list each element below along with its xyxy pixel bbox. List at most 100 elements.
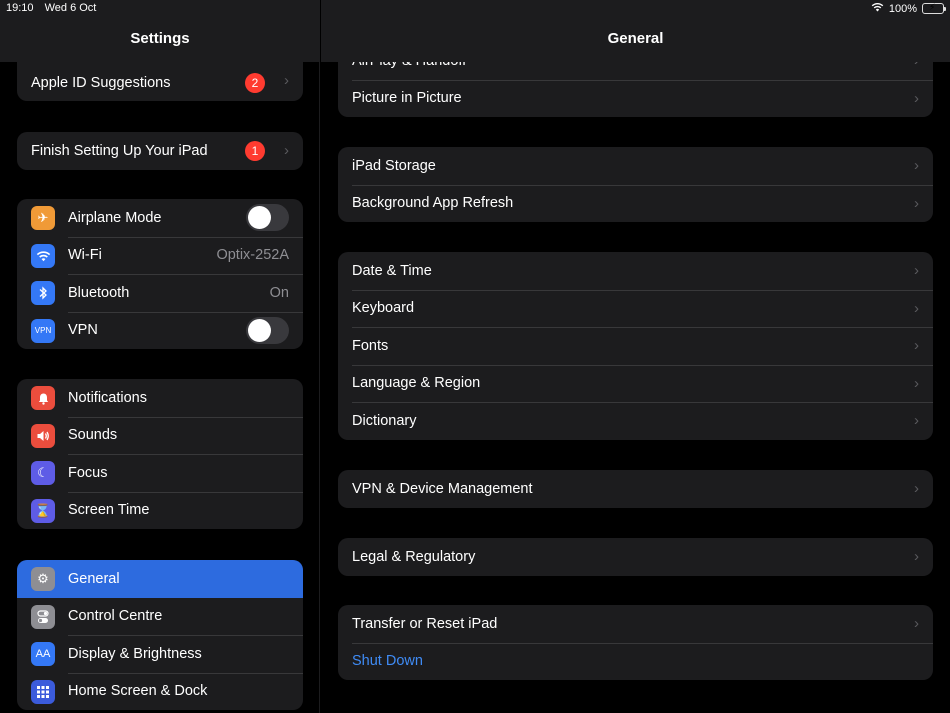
- chevron-right-icon: ›: [914, 480, 919, 498]
- sidebar-item-sounds[interactable]: Sounds: [17, 416, 303, 455]
- status-time: 19:10: [6, 2, 34, 14]
- vpn-icon: VPN: [31, 318, 55, 343]
- legal-regulatory-row[interactable]: Legal & Regulatory ›: [338, 538, 933, 576]
- date-time-row[interactable]: Date & Time ›: [338, 252, 933, 290]
- row-label: Background App Refresh: [352, 195, 514, 212]
- sidebar-item-home-screen-dock[interactable]: Home Screen & Dock: [17, 672, 303, 711]
- language-region-row[interactable]: Language & Region ›: [338, 364, 933, 403]
- sidebar-item-label: Screen Time: [68, 502, 150, 519]
- notification-badge: 1: [245, 141, 265, 161]
- vpn-device-management-row[interactable]: VPN & Device Management ›: [338, 470, 933, 508]
- sidebar-item-label: Airplane Mode: [68, 209, 162, 226]
- chevron-right-icon: ›: [914, 374, 919, 392]
- sidebar-item-label: Control Centre: [68, 608, 163, 625]
- row-label: VPN & Device Management: [352, 480, 533, 497]
- settings-sidebar: Settings Apple ID Suggestions 2 › Finish…: [0, 0, 320, 713]
- chevron-right-icon: ›: [914, 299, 919, 317]
- status-date: Wed 6 Oct: [44, 2, 97, 14]
- row-label: Picture in Picture: [352, 90, 462, 107]
- chevron-right-icon: ›: [914, 548, 919, 566]
- dictionary-row[interactable]: Dictionary ›: [338, 402, 933, 440]
- apple-id-suggestions-label: Apple ID Suggestions: [31, 75, 171, 91]
- general-settings-pane: General AirPlay & Handoff › Picture in P…: [321, 0, 950, 713]
- text-size-icon: AA: [31, 642, 55, 666]
- wifi-icon: [31, 243, 55, 268]
- sidebar-item-label: VPN: [68, 322, 98, 339]
- finish-setup-row[interactable]: Finish Setting Up Your iPad 1 ›: [17, 132, 303, 170]
- chevron-right-icon: ›: [914, 337, 919, 355]
- transfer-reset-row[interactable]: Transfer or Reset iPad ›: [338, 605, 933, 643]
- finish-setup-label: Finish Setting Up Your iPad: [31, 142, 208, 159]
- battery-charging-icon: [922, 3, 946, 14]
- speaker-icon: [31, 423, 55, 448]
- bell-icon: [31, 386, 55, 410]
- chevron-right-icon: ›: [914, 615, 919, 633]
- sidebar-item-bluetooth[interactable]: Bluetooth On: [17, 274, 303, 312]
- row-label: Legal & Regulatory: [352, 548, 476, 565]
- storage-group: iPad Storage › Background App Refresh ›: [338, 147, 933, 222]
- chevron-right-icon: ›: [284, 72, 289, 89]
- locale-group: Date & Time › Keyboard › Fonts › Languag…: [338, 252, 933, 440]
- fonts-row[interactable]: Fonts ›: [338, 327, 933, 365]
- sidebar-item-wifi[interactable]: Wi-Fi Optix-252A: [17, 236, 303, 275]
- chevron-right-icon: ›: [914, 412, 919, 430]
- connectivity-group: ✈ Airplane Mode Wi-Fi Optix-252A Bluetoo…: [17, 199, 303, 349]
- shut-down-button[interactable]: Shut Down: [338, 642, 933, 681]
- row-label: Language & Region: [352, 375, 481, 392]
- row-label: Keyboard: [352, 300, 415, 317]
- shut-down-label: Shut Down: [352, 653, 423, 670]
- vpn-toggle[interactable]: [246, 316, 289, 344]
- grid-icon: [31, 679, 55, 704]
- picture-in-picture-row[interactable]: Picture in Picture ›: [338, 79, 933, 118]
- sidebar-item-control-centre[interactable]: Control Centre: [17, 598, 303, 636]
- chevron-right-icon: ›: [914, 262, 919, 280]
- chevron-right-icon: ›: [914, 157, 919, 175]
- row-label: Date & Time: [352, 262, 432, 279]
- sidebar-item-focus[interactable]: ☾ Focus: [17, 454, 303, 492]
- hourglass-icon: ⌛: [31, 498, 55, 523]
- sidebar-item-label: Bluetooth: [68, 284, 130, 301]
- row-label: iPad Storage: [352, 157, 436, 174]
- row-label: Fonts: [352, 337, 389, 354]
- wifi-signal-icon: [871, 2, 884, 15]
- keyboard-row[interactable]: Keyboard ›: [338, 289, 933, 328]
- wifi-network-value: Optix-252A: [216, 247, 289, 264]
- general-group: ⚙ General Control Centre AA Display & Br…: [17, 560, 303, 710]
- legal-group: Legal & Regulatory ›: [338, 538, 933, 576]
- switches-icon: [31, 604, 55, 629]
- row-label: Transfer or Reset iPad: [352, 615, 498, 632]
- reset-group: Transfer or Reset iPad › Shut Down: [338, 605, 933, 680]
- bluetooth-status-value: On: [269, 284, 289, 301]
- sidebar-item-screen-time[interactable]: ⌛ Screen Time: [17, 491, 303, 530]
- status-bar: 19:10 Wed 6 Oct 100%: [0, 0, 950, 18]
- sidebar-item-label: Display & Brightness: [68, 645, 202, 662]
- background-app-refresh-row[interactable]: Background App Refresh ›: [338, 184, 933, 223]
- gear-icon: ⚙: [31, 567, 55, 591]
- notifications-group: Notifications Sounds ☾ Focus ⌛ Screen Ti…: [17, 379, 303, 529]
- sidebar-title: Settings: [130, 30, 190, 47]
- bluetooth-icon: [31, 281, 55, 305]
- sidebar-item-label: Wi-Fi: [68, 247, 102, 264]
- finish-setup-group: Finish Setting Up Your iPad 1 ›: [17, 132, 303, 170]
- sidebar-item-general[interactable]: ⚙ General: [17, 560, 303, 598]
- moon-icon: ☾: [31, 461, 55, 485]
- page-title: General: [607, 30, 664, 47]
- sidebar-item-display-brightness[interactable]: AA Display & Brightness: [17, 635, 303, 673]
- sidebar-item-notifications[interactable]: Notifications: [17, 379, 303, 417]
- sidebar-item-airplane-mode[interactable]: ✈ Airplane Mode: [17, 199, 303, 237]
- airplane-mode-toggle[interactable]: [246, 204, 289, 231]
- sidebar-item-label: Sounds: [68, 427, 118, 444]
- sidebar-item-label: Home Screen & Dock: [68, 683, 208, 700]
- row-label: Dictionary: [352, 412, 417, 429]
- chevron-right-icon: ›: [914, 89, 919, 107]
- vpn-device-group: VPN & Device Management ›: [338, 470, 933, 508]
- sidebar-item-label: General: [68, 570, 120, 587]
- sidebar-item-label: Focus: [68, 464, 108, 481]
- sidebar-item-label: Notifications: [68, 389, 147, 406]
- notification-badge: 2: [245, 73, 265, 93]
- sidebar-item-vpn[interactable]: VPN VPN: [17, 311, 303, 350]
- chevron-right-icon: ›: [914, 194, 919, 212]
- airplane-icon: ✈: [31, 206, 55, 230]
- chevron-right-icon: ›: [284, 142, 289, 160]
- ipad-storage-row[interactable]: iPad Storage ›: [338, 147, 933, 185]
